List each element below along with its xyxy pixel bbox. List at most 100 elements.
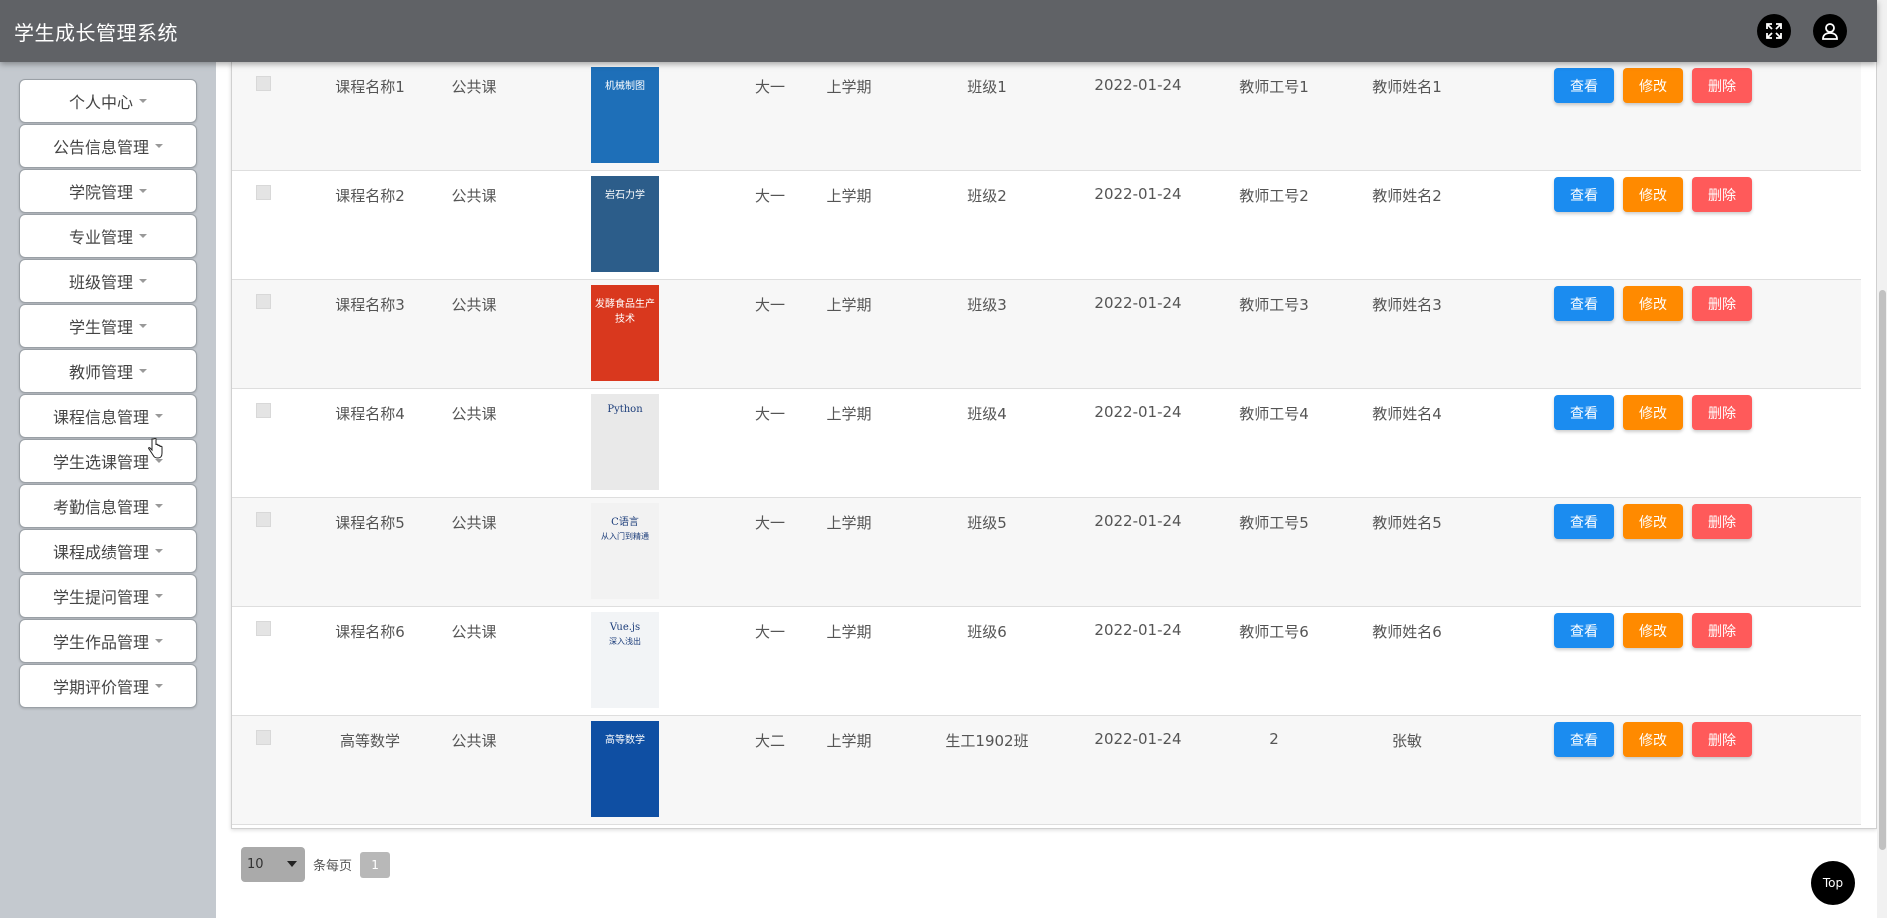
sidebar-item-label: 学生提问管理 — [52, 588, 149, 607]
sidebar-item-label: 考勤信息管理 — [52, 498, 149, 517]
sidebar-item-teachers[interactable]: 教师管理 — [19, 349, 197, 393]
table-row: 课程名称1 公共课 机械制图 大一 上学期 班级1 2022-01-24 教师工… — [232, 62, 1861, 171]
sidebar-item-evaluation[interactable]: 学期评价管理 — [19, 664, 197, 708]
row-checkbox[interactable] — [256, 294, 271, 309]
date-cell: 2022-01-24 — [1094, 621, 1182, 639]
cover-subtitle: 从入门到精通 — [601, 532, 649, 541]
sidebar-item-label: 专业管理 — [68, 228, 133, 247]
delete-button[interactable]: 删除 — [1692, 613, 1752, 648]
caret-down-icon — [139, 234, 147, 238]
delete-button[interactable]: 删除 — [1692, 395, 1752, 430]
teacher-name-cell: 教师姓名5 — [1372, 514, 1442, 532]
sidebar-item-questions[interactable]: 学生提问管理 — [19, 574, 197, 618]
sidebar-item-classes[interactable]: 班级管理 — [19, 259, 197, 303]
teacher-name-cell: 教师姓名4 — [1372, 405, 1442, 423]
table-row: 课程名称4 公共课 Python 大一 上学期 班级4 2022-01-24 教… — [232, 389, 1861, 498]
course-name-cell: 高等数学 — [339, 732, 400, 750]
grade-cell: 大一 — [754, 405, 785, 423]
view-button[interactable]: 查看 — [1554, 504, 1614, 539]
sidebar-item-course-selection[interactable]: 学生选课管理 — [19, 439, 197, 483]
course-cover-image: Vue.js 深入浅出 — [589, 612, 661, 708]
sidebar-item-students[interactable]: 学生管理 — [19, 304, 197, 348]
view-button[interactable]: 查看 — [1554, 177, 1614, 212]
view-button[interactable]: 查看 — [1554, 68, 1614, 103]
row-checkbox[interactable] — [256, 76, 271, 91]
course-name-cell: 课程名称5 — [335, 514, 405, 532]
term-cell: 上学期 — [826, 623, 872, 641]
edit-button[interactable]: 修改 — [1623, 68, 1683, 103]
top-bar: 学生成长管理系统 — [0, 0, 1877, 62]
page-number-button[interactable]: 1 — [360, 851, 391, 878]
sidebar-item-grades[interactable]: 课程成绩管理 — [19, 529, 197, 573]
back-to-top-button[interactable]: Top — [1811, 861, 1855, 905]
sidebar-item-personal-center[interactable]: 个人中心 — [19, 79, 197, 123]
edit-button[interactable]: 修改 — [1623, 613, 1683, 648]
sidebar-item-announcements[interactable]: 公告信息管理 — [19, 124, 197, 168]
edit-button[interactable]: 修改 — [1623, 286, 1683, 321]
hand-cursor-icon — [148, 438, 163, 459]
delete-button[interactable]: 删除 — [1692, 177, 1752, 212]
term-cell: 上学期 — [826, 78, 872, 96]
course-type-cell: 公共课 — [451, 623, 497, 641]
fullscreen-icon[interactable] — [1757, 14, 1791, 48]
class-cell: 班级1 — [967, 78, 1007, 96]
row-checkbox[interactable] — [256, 621, 271, 636]
teacher-no-cell: 2 — [1269, 730, 1279, 748]
course-cover-image: 岩石力学 — [589, 176, 661, 272]
scrollbar-thumb[interactable] — [1879, 290, 1886, 850]
sidebar-item-colleges[interactable]: 学院管理 — [19, 169, 197, 213]
caret-down-icon — [139, 279, 147, 283]
teacher-no-cell: 教师工号4 — [1239, 405, 1309, 423]
class-cell: 班级2 — [967, 187, 1007, 205]
term-cell: 上学期 — [826, 187, 872, 205]
sidebar-item-majors[interactable]: 专业管理 — [19, 214, 197, 258]
delete-button[interactable]: 删除 — [1692, 68, 1752, 103]
delete-button[interactable]: 删除 — [1692, 504, 1752, 539]
delete-button[interactable]: 删除 — [1692, 286, 1752, 321]
course-name-cell: 课程名称2 — [335, 187, 405, 205]
delete-button[interactable]: 删除 — [1692, 722, 1752, 757]
course-type-cell: 公共课 — [451, 732, 497, 750]
term-cell: 上学期 — [826, 732, 872, 750]
teacher-no-cell: 教师工号5 — [1239, 514, 1309, 532]
cover-subtitle: 深入浅出 — [609, 637, 641, 646]
view-button[interactable]: 查看 — [1554, 286, 1614, 321]
grade-cell: 大一 — [754, 623, 785, 641]
table-row: 课程名称6 公共课 Vue.js 深入浅出 大一 上学期 班级6 2022-01… — [232, 607, 1861, 716]
sidebar-item-attendance[interactable]: 考勤信息管理 — [19, 484, 197, 528]
caret-down-icon — [155, 639, 163, 643]
row-checkbox[interactable] — [256, 403, 271, 418]
book-cover: 发酵食品生产技术 — [591, 285, 659, 381]
page-size-select[interactable]: 10 — [241, 847, 305, 882]
row-checkbox[interactable] — [256, 512, 271, 527]
view-button[interactable]: 查看 — [1554, 722, 1614, 757]
table-row: 课程名称2 公共课 岩石力学 大一 上学期 班级2 2022-01-24 教师工… — [232, 171, 1861, 280]
teacher-name-cell: 教师姓名1 — [1372, 78, 1442, 96]
edit-button[interactable]: 修改 — [1623, 395, 1683, 430]
edit-button[interactable]: 修改 — [1623, 722, 1683, 757]
book-cover: 机械制图 — [591, 67, 659, 163]
teacher-no-cell: 教师工号1 — [1239, 78, 1309, 96]
view-button[interactable]: 查看 — [1554, 613, 1614, 648]
row-checkbox[interactable] — [256, 185, 271, 200]
class-cell: 班级5 — [967, 514, 1007, 532]
grade-cell: 大二 — [754, 732, 785, 750]
row-checkbox[interactable] — [256, 730, 271, 745]
caret-down-icon — [139, 99, 147, 103]
sidebar-item-works[interactable]: 学生作品管理 — [19, 619, 197, 663]
grade-cell: 大一 — [754, 187, 785, 205]
sidebar-item-courses[interactable]: 课程信息管理 — [19, 394, 197, 438]
user-icon[interactable] — [1813, 14, 1847, 48]
class-cell: 班级4 — [967, 405, 1007, 423]
teacher-name-cell: 张敏 — [1391, 732, 1422, 750]
course-type-cell: 公共课 — [451, 296, 497, 314]
edit-button[interactable]: 修改 — [1623, 504, 1683, 539]
course-type-cell: 公共课 — [451, 514, 497, 532]
term-cell: 上学期 — [826, 514, 872, 532]
top-icons — [1757, 14, 1847, 48]
edit-button[interactable]: 修改 — [1623, 177, 1683, 212]
term-cell: 上学期 — [826, 296, 872, 314]
view-button[interactable]: 查看 — [1554, 395, 1614, 430]
term-cell: 上学期 — [826, 405, 872, 423]
date-cell: 2022-01-24 — [1094, 185, 1182, 203]
